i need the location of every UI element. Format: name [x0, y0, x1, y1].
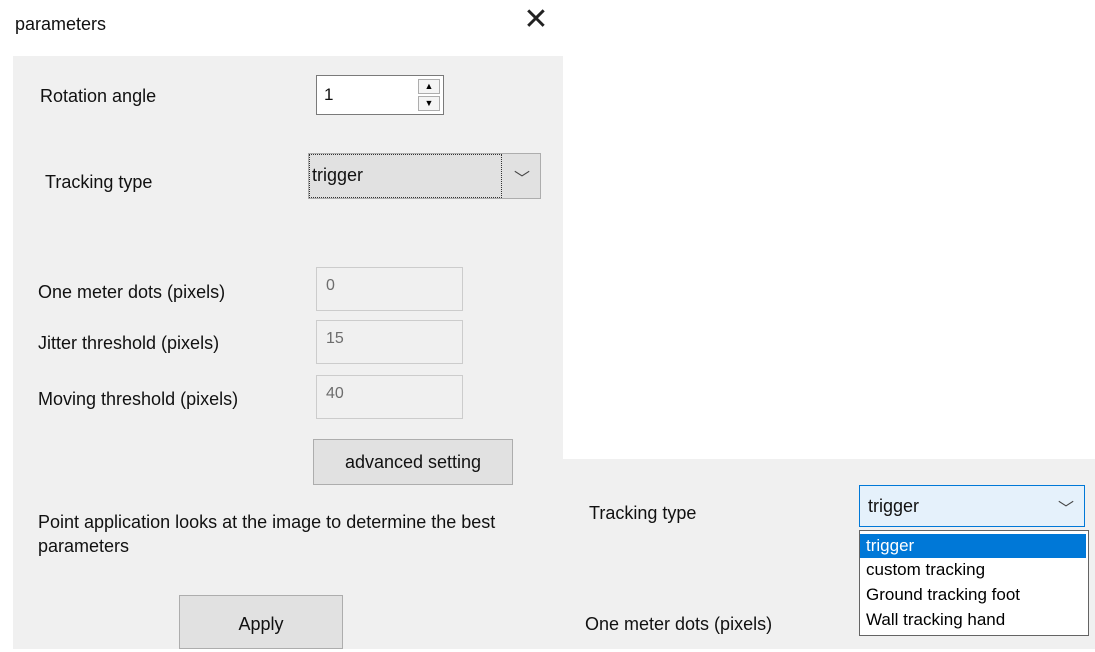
moving-threshold-label: Moving threshold (pixels): [38, 389, 239, 409]
apply-button[interactable]: Apply: [179, 595, 343, 649]
chevron-down-icon[interactable]: ﹀: [514, 165, 530, 189]
option-ground-tracking-foot[interactable]: Ground tracking foot: [860, 583, 1086, 607]
tracking-type-combobox-open[interactable]: trigger ﹀: [859, 485, 1085, 527]
dialog-title: parameters: [15, 14, 107, 34]
advanced-setting-button[interactable]: advanced setting: [313, 439, 513, 485]
tracking-type-label: Tracking type: [45, 172, 153, 192]
jitter-threshold-label: Jitter threshold (pixels): [38, 333, 220, 353]
tracking-type-options-list: trigger custom tracking Ground tracking …: [859, 530, 1089, 636]
rotation-angle-label: Rotation angle: [40, 86, 157, 106]
rotation-angle-value[interactable]: 1: [324, 85, 333, 105]
jitter-threshold-field[interactable]: 15: [316, 320, 463, 364]
moving-threshold-field[interactable]: 40: [316, 375, 463, 419]
chevron-down-icon[interactable]: ﹀: [1058, 495, 1074, 519]
spin-down-icon[interactable]: ▼: [418, 96, 440, 111]
option-custom-tracking[interactable]: custom tracking: [860, 558, 1086, 582]
option-trigger[interactable]: trigger: [860, 534, 1086, 558]
one-meter-dots-label: One meter dots (pixels): [38, 282, 226, 302]
hint-text: Point application looks at the image to …: [38, 512, 496, 556]
tracking-type-combobox[interactable]: trigger ﹀: [308, 153, 541, 199]
tracking-type-value: trigger: [312, 165, 364, 185]
one-meter-dots-field[interactable]: 0: [316, 267, 463, 311]
one-meter-dots-label-2: One meter dots (pixels): [585, 614, 773, 634]
tracking-type-label-2: Tracking type: [589, 503, 697, 523]
option-wall-tracking-hand[interactable]: Wall tracking hand: [860, 608, 1086, 632]
rotation-angle-spinbox[interactable]: 1 ▲ ▼: [316, 75, 444, 115]
close-icon[interactable]: ✕: [522, 2, 550, 38]
spin-up-icon[interactable]: ▲: [418, 79, 440, 94]
tracking-type-selected: trigger: [868, 496, 920, 516]
